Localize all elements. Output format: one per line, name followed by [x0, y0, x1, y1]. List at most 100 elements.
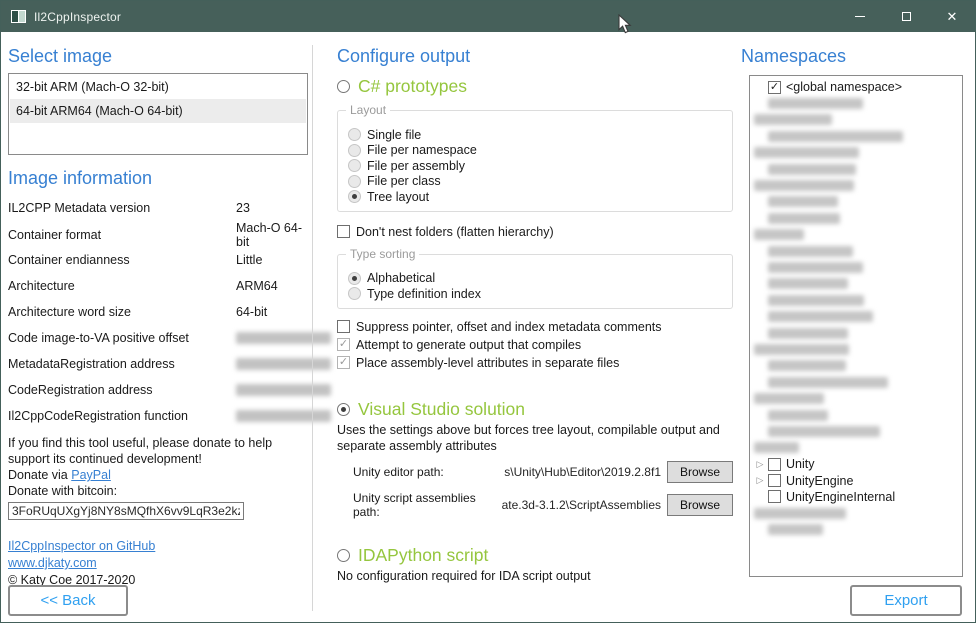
- radio-tree-layout[interactable]: Tree layout: [348, 189, 722, 205]
- image-item-32bit[interactable]: 32-bit ARM (Mach-O 32-bit): [10, 75, 306, 99]
- unity-editor-path-label: Unity editor path:: [337, 465, 497, 479]
- unity-editor-browse-button[interactable]: Browse: [667, 461, 733, 483]
- visual-studio-label: Visual Studio solution: [358, 399, 525, 420]
- namespace-item[interactable]: UnityEngineInternal: [752, 489, 960, 505]
- csharp-prototypes-label: C# prototypes: [358, 76, 467, 97]
- close-button[interactable]: ✕: [929, 1, 975, 32]
- radio-file-per-assembly[interactable]: File per assembly: [348, 158, 722, 174]
- visual-studio-radio[interactable]: Visual Studio solution: [337, 399, 733, 420]
- namespace-item-redacted: [752, 325, 960, 341]
- namespace-checkbox[interactable]: [768, 474, 781, 487]
- radio-icon: [337, 549, 350, 562]
- back-button[interactable]: << Back: [8, 585, 128, 616]
- info-label: CodeRegistration address: [8, 383, 236, 397]
- redacted-namespace: [754, 344, 849, 355]
- info-label: Code image-to-VA positive offset: [8, 331, 236, 345]
- namespace-item-redacted: [752, 292, 960, 308]
- redacted-namespace: [768, 311, 873, 322]
- column-divider: [312, 45, 313, 611]
- checkbox-icon: [337, 320, 350, 333]
- namespace-item-redacted: [752, 358, 960, 374]
- namespace-item-redacted: [752, 259, 960, 275]
- links-block: Il2CppInspector on GitHub www.djkaty.com…: [8, 538, 308, 589]
- radio-icon: [337, 80, 350, 93]
- layout-group-label: Layout: [346, 103, 390, 117]
- radio-icon: [348, 272, 361, 285]
- expander-icon[interactable]: ▷: [752, 459, 768, 470]
- info-row: Container endiannessLittle: [8, 247, 308, 273]
- namespace-checkbox[interactable]: [768, 490, 781, 503]
- namespace-checkbox[interactable]: ✓: [768, 81, 781, 94]
- namespace-label: UnityEngine: [786, 474, 853, 488]
- radio-file-per-class[interactable]: File per class: [348, 174, 722, 190]
- redacted-namespace: [768, 360, 846, 371]
- redacted-namespace: [754, 229, 804, 240]
- type-sorting-group-label: Type sorting: [346, 247, 419, 261]
- namespace-item-redacted: [752, 407, 960, 423]
- radio-label: File per class: [367, 174, 441, 188]
- configure-output-heading: Configure output: [337, 45, 733, 67]
- redacted-namespace: [754, 508, 846, 519]
- suppress-metadata-checkbox[interactable]: Suppress pointer, offset and index metad…: [337, 318, 733, 336]
- djkaty-link[interactable]: www.djkaty.com: [8, 556, 97, 570]
- maximize-button[interactable]: [883, 1, 929, 32]
- info-row: MetadataRegistration address: [8, 351, 308, 377]
- idapython-label: IDAPython script: [358, 545, 488, 566]
- redacted-namespace: [768, 410, 828, 421]
- export-button[interactable]: Export: [850, 585, 962, 616]
- donate-via-line: Donate via PayPal: [8, 467, 308, 483]
- namespace-item-redacted: [752, 276, 960, 292]
- donation-block: If you find this tool useful, please don…: [8, 435, 308, 520]
- redacted-namespace: [754, 180, 854, 191]
- donation-text: If you find this tool useful, please don…: [8, 435, 308, 467]
- separate-attributes-checkbox[interactable]: ✓Place assembly-level attributes in sepa…: [337, 354, 733, 372]
- checkbox-label: Attempt to generate output that compiles: [356, 338, 581, 352]
- window-title: Il2CppInspector: [34, 10, 121, 24]
- radio-icon: [348, 175, 361, 188]
- namespace-checkbox[interactable]: [768, 458, 781, 471]
- minimize-button[interactable]: [837, 1, 883, 32]
- paypal-link[interactable]: PayPal: [71, 468, 111, 482]
- github-link[interactable]: Il2CppInspector on GitHub: [8, 539, 155, 553]
- image-listbox[interactable]: 32-bit ARM (Mach-O 32-bit) 64-bit ARM64 …: [8, 73, 308, 155]
- csharp-prototypes-radio[interactable]: C# prototypes: [337, 76, 733, 97]
- titlebar[interactable]: Il2CppInspector ✕: [1, 1, 975, 32]
- info-label: IL2CPP Metadata version: [8, 201, 236, 215]
- bitcoin-label: Donate with bitcoin:: [8, 483, 308, 499]
- redacted-namespace: [754, 442, 799, 453]
- namespace-item-redacted: [752, 308, 960, 324]
- expander-icon[interactable]: ▷: [752, 475, 768, 486]
- radio-file-per-namespace[interactable]: File per namespace: [348, 143, 722, 159]
- radio-single-file[interactable]: Single file: [348, 127, 722, 143]
- namespace-item[interactable]: ▷Unity: [752, 456, 960, 472]
- maximize-icon: [902, 12, 911, 21]
- compilable-output-checkbox[interactable]: ✓ Attempt to generate output that compile…: [337, 336, 733, 354]
- idapython-radio[interactable]: IDAPython script: [337, 545, 733, 566]
- namespace-item[interactable]: ▷ UnityEngine: [752, 472, 960, 488]
- radio-type-definition-index[interactable]: Type definition index: [348, 286, 722, 302]
- image-item-64bit[interactable]: 64-bit ARM64 (Mach-O 64-bit): [10, 99, 306, 123]
- unity-script-browse-button[interactable]: Browse: [667, 494, 733, 516]
- namespace-tree[interactable]: ✓<global namespace>▷Unity▷UnityEngineUni…: [749, 75, 963, 577]
- redacted-namespace: [768, 328, 848, 339]
- namespace-item-redacted: [752, 374, 960, 390]
- bitcoin-address-input[interactable]: [8, 502, 244, 520]
- radio-label: Tree layout: [367, 190, 429, 204]
- checkbox-icon: ✓: [337, 338, 350, 351]
- app-icon: [11, 10, 26, 23]
- flatten-checkbox[interactable]: Don't nest folders (flatten hierarchy): [337, 224, 733, 240]
- redacted-namespace: [768, 196, 838, 207]
- image-information-heading: Image information: [8, 167, 308, 189]
- close-icon: ✕: [947, 10, 958, 23]
- info-value: Little: [236, 253, 308, 267]
- namespace-item[interactable]: ✓<global namespace>: [752, 79, 960, 95]
- namespace-item-redacted: [752, 243, 960, 259]
- type-sorting-groupbox: Type sorting Alphabetical Type definitio…: [337, 254, 733, 309]
- radio-label: File per namespace: [367, 143, 477, 157]
- app-window: Il2CppInspector ✕ Select image 32-bit AR…: [0, 0, 976, 623]
- select-image-panel: Select image 32-bit ARM (Mach-O 32-bit) …: [8, 45, 308, 589]
- checkbox-label: Place assembly-level attributes in separ…: [356, 356, 619, 370]
- unity-script-path-row: Unity script assemblies path: ate.3d-3.1…: [337, 491, 733, 514]
- radio-alphabetical[interactable]: Alphabetical: [348, 271, 722, 287]
- radio-label: Alphabetical: [367, 271, 435, 285]
